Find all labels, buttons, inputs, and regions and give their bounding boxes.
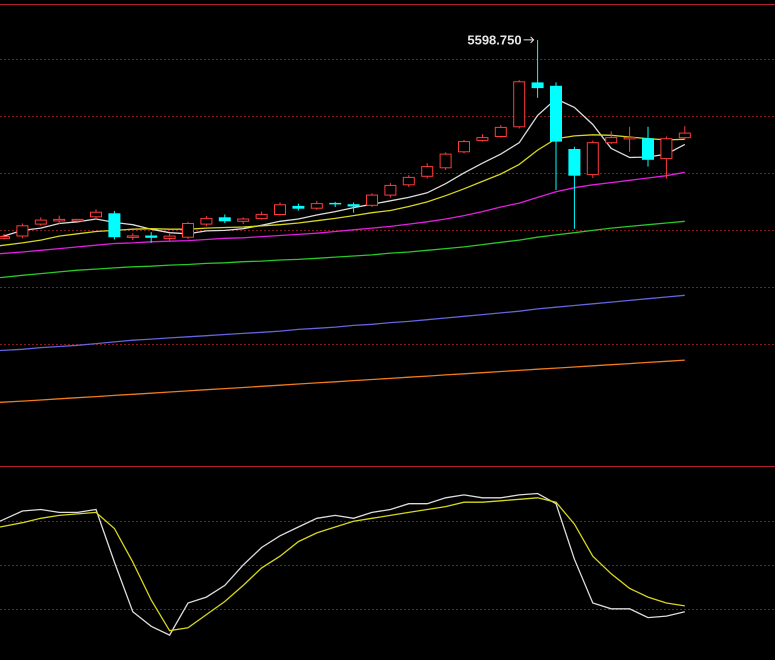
candle-body [90,211,102,218]
candle-body [292,205,305,209]
candle-body [439,153,452,169]
candle-body [237,218,250,222]
candle-body [163,235,176,239]
candle-body [126,235,139,238]
candle-body [384,184,397,196]
candle-body [200,217,213,225]
candle-body [642,138,654,160]
candle-body [366,194,378,206]
candle-body [53,218,66,222]
candle-body [513,81,526,128]
high-price-label: 5598.750 [467,32,521,47]
candle-body [71,218,84,222]
candle-body [347,204,360,207]
candle-body [550,85,562,142]
candle-body [531,82,544,89]
candle-body [476,137,489,141]
chart-background [0,0,775,660]
candle-body [108,213,121,238]
candle-body [605,137,618,144]
candle-body [586,142,599,176]
candle-body [494,126,507,138]
candle-body [660,138,673,160]
candle-body [402,176,415,186]
candle-body [310,203,323,209]
candle-body [421,166,434,177]
candle-body [458,141,470,153]
candle-body [218,217,231,222]
candle-body [16,225,29,237]
candle-body [34,219,47,225]
candlestick-chart: 5598.750 [0,0,775,660]
candle-body [678,132,691,139]
candle-body [0,236,10,239]
candle-body [329,202,342,205]
candle-body [623,136,636,140]
candle-body [274,204,286,216]
candle-body [568,149,581,176]
candle-body [145,235,158,238]
candle-body [182,223,194,238]
candle-body [255,213,268,219]
